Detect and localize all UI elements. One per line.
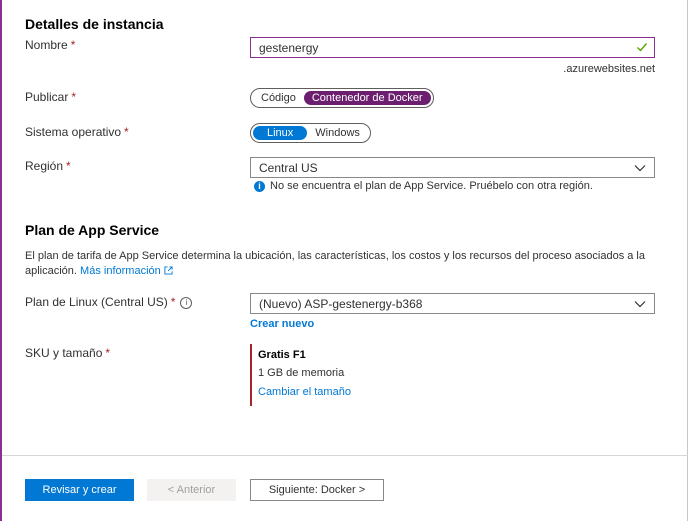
section-title-plan: Plan de App Service <box>25 222 160 238</box>
review-create-button[interactable]: Revisar y crear <box>25 479 134 501</box>
required-asterisk: * <box>70 38 76 52</box>
name-suffix: .azurewebsites.net <box>563 63 655 75</box>
publish-label-text: Publicar <box>25 90 69 104</box>
region-info-text: No se encuentra el plan de App Service. … <box>270 180 593 192</box>
more-info-link[interactable]: Más información <box>80 265 173 277</box>
checkmark-icon <box>637 43 648 52</box>
publish-option-code[interactable]: Código <box>253 91 304 105</box>
sku-label-text: SKU y tamaño <box>25 346 103 360</box>
publish-option-docker[interactable]: Contenedor de Docker <box>303 91 431 105</box>
required-asterisk: * <box>170 295 176 309</box>
section-title-instance: Detalles de instancia <box>25 16 164 32</box>
info-outline-icon[interactable]: i <box>180 296 193 309</box>
name-label: Nombre * <box>25 38 75 52</box>
info-icon: i <box>254 180 265 192</box>
region-label-text: Región <box>25 159 64 173</box>
sku-label: SKU y tamaño * <box>25 346 110 360</box>
name-input[interactable]: gestenergy <box>250 37 655 58</box>
linux-plan-select[interactable]: (Nuevo) ASP-gestenergy-b368 <box>250 293 655 314</box>
create-new-link[interactable]: Crear nuevo <box>250 318 314 330</box>
previous-button[interactable]: < Anterior <box>147 479 236 501</box>
external-link-icon <box>164 266 173 275</box>
footer-divider <box>2 455 688 456</box>
name-input-value: gestenergy <box>259 40 319 55</box>
next-docker-button[interactable]: Siguiente: Docker > <box>250 479 384 501</box>
change-size-link[interactable]: Cambiar el tamaño <box>258 386 351 398</box>
sku-summary: Gratis F1 1 GB de memoria Cambiar el tam… <box>250 344 452 406</box>
region-select-value: Central US <box>259 160 318 175</box>
os-toggle[interactable]: Linux Windows <box>250 123 371 143</box>
name-label-text: Nombre <box>25 38 68 52</box>
os-option-linux[interactable]: Linux <box>253 126 308 140</box>
sku-memory: 1 GB de memoria <box>258 367 345 379</box>
publish-toggle[interactable]: Código Contenedor de Docker <box>250 88 434 108</box>
chevron-down-icon <box>634 165 646 172</box>
plan-description: El plan de tarifa de App Service determi… <box>25 249 655 279</box>
os-option-windows[interactable]: Windows <box>307 126 368 140</box>
left-border <box>0 0 2 521</box>
os-label-text: Sistema operativo <box>25 125 122 139</box>
os-label: Sistema operativo * <box>25 125 129 139</box>
linux-plan-select-value: (Nuevo) ASP-gestenergy-b368 <box>259 296 423 311</box>
publish-label: Publicar * <box>25 90 76 104</box>
required-asterisk: * <box>71 90 77 104</box>
linux-plan-label: Plan de Linux (Central US) * i <box>25 295 193 309</box>
sku-name: Gratis F1 <box>258 349 306 361</box>
required-asterisk: * <box>105 346 111 360</box>
region-info: i No se encuentra el plan de App Service… <box>254 180 593 192</box>
region-label: Región * <box>25 159 71 173</box>
required-asterisk: * <box>124 125 129 139</box>
linux-plan-label-text: Plan de Linux (Central US) <box>25 295 168 309</box>
chevron-down-icon <box>634 301 646 308</box>
more-info-text: Más información <box>80 265 161 277</box>
region-select[interactable]: Central US <box>250 157 655 178</box>
required-asterisk: * <box>66 159 71 173</box>
